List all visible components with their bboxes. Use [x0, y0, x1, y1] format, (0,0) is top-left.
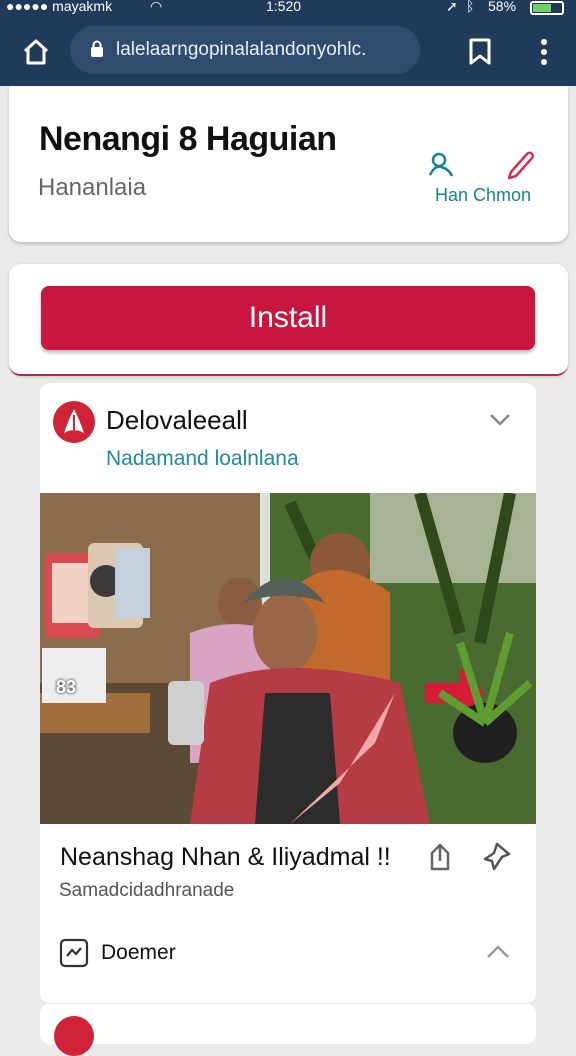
battery-icon	[530, 1, 564, 15]
clock: 1:520	[266, 0, 302, 14]
header-card: Nenangi 8 Haguian Hananlaia Han Chmon	[9, 86, 568, 242]
wifi-icon: ◠	[150, 0, 163, 14]
location-icon: ➚	[446, 0, 458, 14]
avatar[interactable]	[53, 401, 95, 443]
page-subtitle: Hananlaia	[38, 174, 147, 201]
next-post-card	[40, 1004, 536, 1056]
people-icon[interactable]	[427, 150, 455, 178]
comment-label[interactable]: Doemer	[101, 941, 176, 965]
edit-icon[interactable]	[505, 148, 537, 180]
image-badge: 83	[56, 677, 77, 697]
bluetooth-icon: ᛒ	[466, 0, 475, 14]
logo-icon	[64, 409, 84, 433]
status-bar: ●●●●● mayakmk ◠ 1:520 ➚ ᛒ 58%	[0, 0, 576, 18]
avatar[interactable]	[54, 1016, 94, 1056]
post-description: Samadcidadhranade	[59, 880, 235, 901]
page-title: Nenangi 8 Haguian	[39, 120, 337, 158]
home-icon[interactable]	[22, 38, 50, 66]
post-tagline[interactable]: Nadamand loalnlana	[106, 447, 299, 471]
action-label[interactable]: Han Chmon	[435, 185, 531, 206]
install-card: Install	[9, 264, 568, 376]
lock-icon	[91, 40, 103, 57]
chevron-down-icon[interactable]	[489, 413, 511, 427]
carrier-label: ●●●●● mayakmk	[6, 0, 113, 14]
browser-toolbar: lalelaarngopinalalandonyohlc.	[0, 18, 576, 86]
battery-percent: 58%	[488, 0, 517, 14]
chevron-up-icon[interactable]	[486, 945, 510, 959]
install-button[interactable]: Install	[41, 286, 535, 350]
pin-icon[interactable]	[482, 841, 512, 871]
comment-icon[interactable]	[59, 938, 89, 968]
address-bar[interactable]: lalelaarngopinalalandonyohlc.	[70, 26, 420, 74]
post-title[interactable]: Neanshag Nhan & Iliyadmal !!	[60, 843, 391, 872]
post-author[interactable]: Delovaleeall	[106, 405, 248, 436]
share-icon[interactable]	[428, 843, 452, 871]
post-photo[interactable]	[40, 493, 536, 824]
bookmark-icon[interactable]	[468, 38, 492, 66]
post-card: Delovaleeall Nadamand loalnlana 83 Neans	[40, 383, 536, 1003]
url-text: lalelaarngopinalalandonyohlc.	[116, 39, 367, 60]
more-menu-icon[interactable]	[534, 38, 554, 66]
